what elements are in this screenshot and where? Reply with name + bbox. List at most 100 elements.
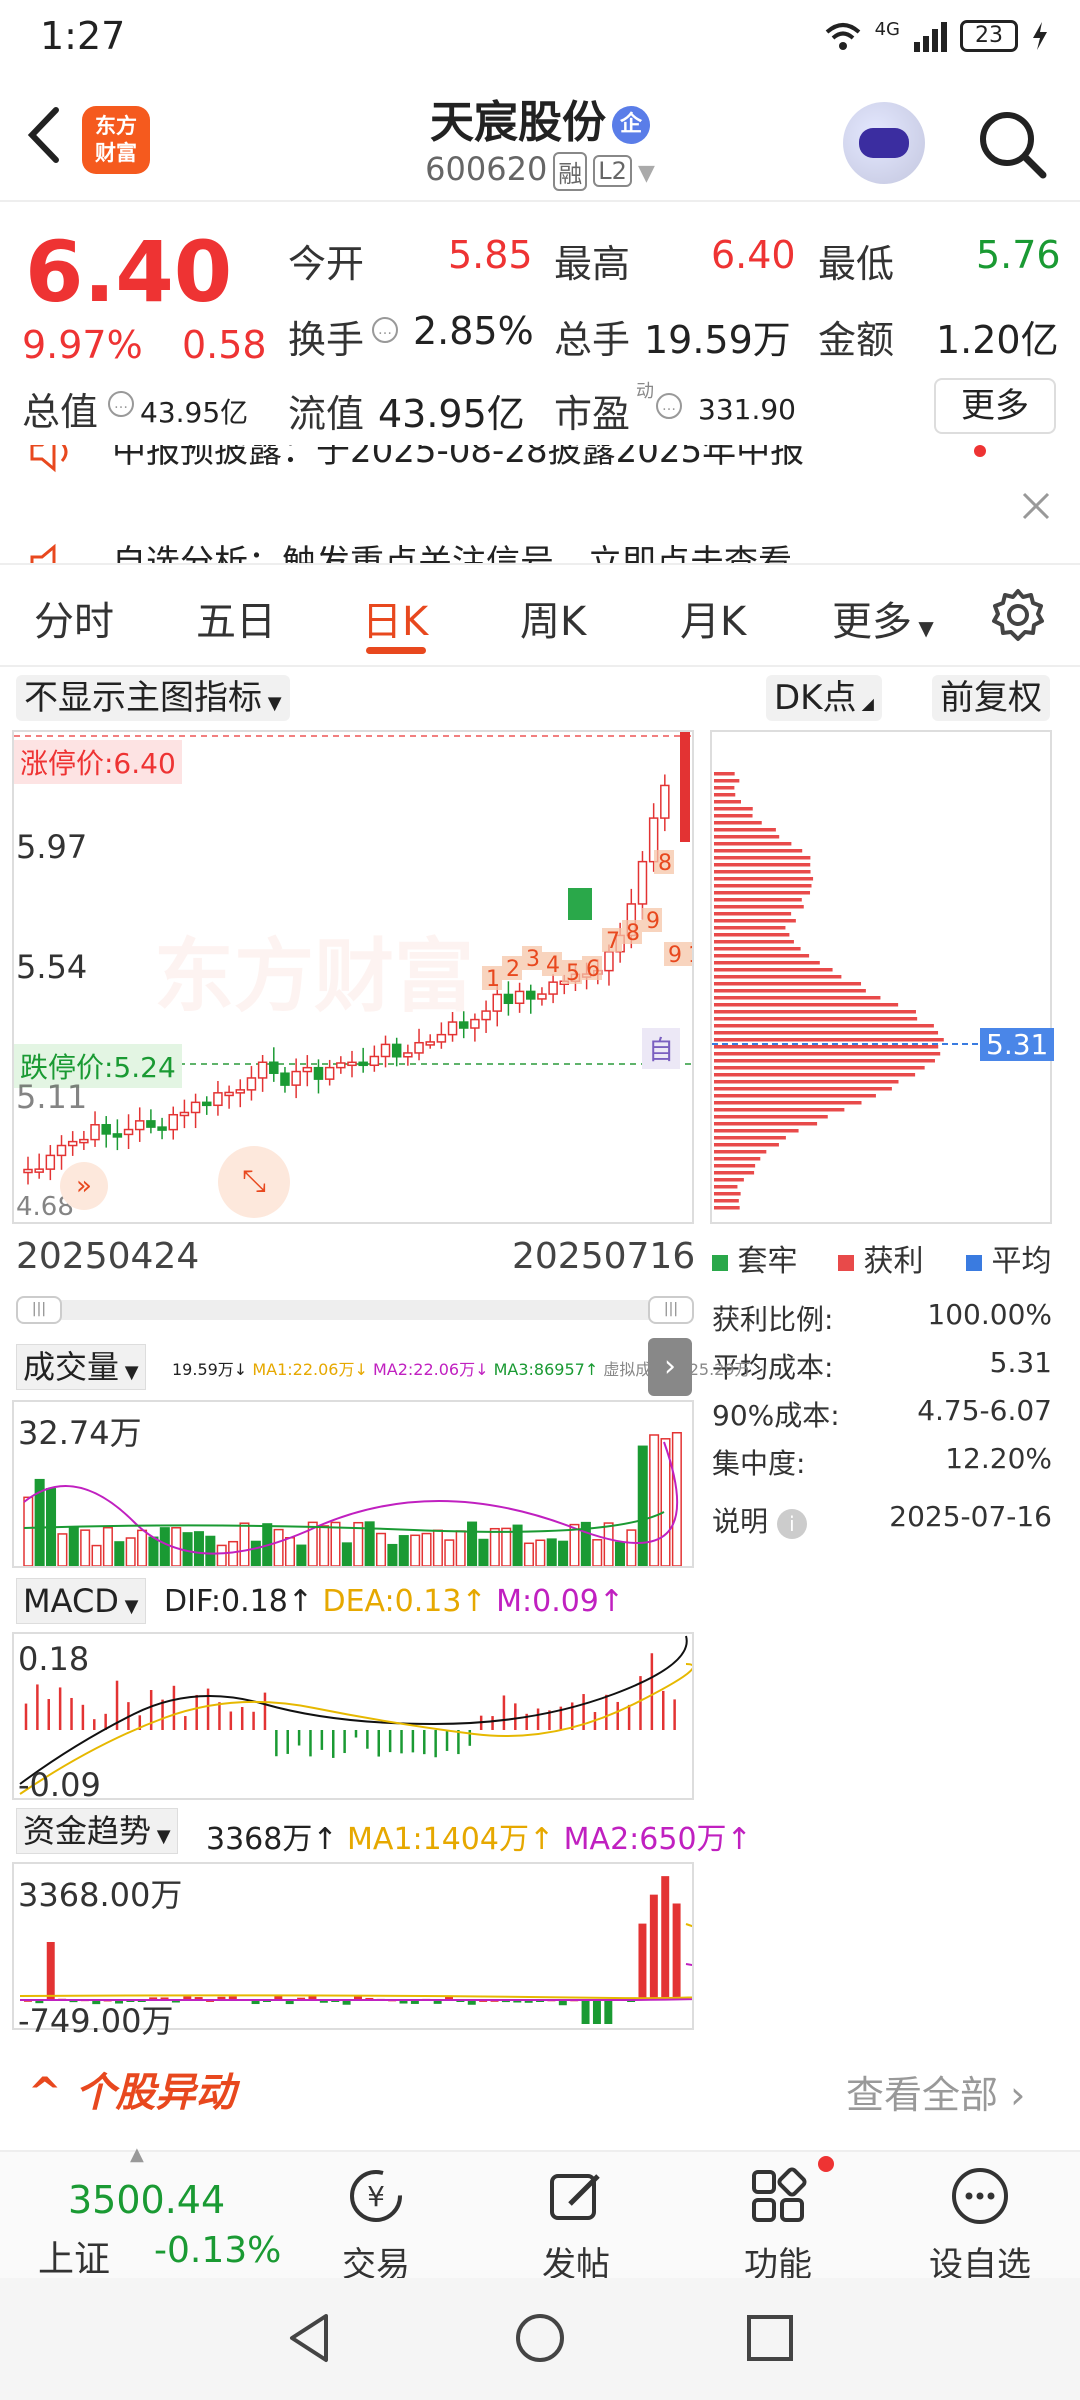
range-handle-right[interactable]: |||	[648, 1296, 694, 1324]
tab-monthly-k[interactable]: 月K	[680, 589, 746, 647]
dk-marker-label: 8	[626, 921, 640, 946]
candle-body	[637, 860, 648, 905]
info-icon[interactable]: …	[656, 393, 682, 419]
tab-daily-k[interactable]: 日K	[362, 589, 428, 647]
view-all-link[interactable]: 查看全部 ›	[846, 2064, 1025, 2119]
caret-down-icon: ▼	[118, 1596, 139, 1617]
candle-body	[514, 990, 525, 1005]
chip-bar	[714, 821, 762, 825]
info-icon[interactable]: …	[108, 391, 134, 417]
nav-trade[interactable]: ¥ 交易	[306, 2164, 446, 2286]
nav-functions[interactable]: 功能	[708, 2156, 848, 2286]
float-value: 43.95亿	[378, 392, 525, 436]
candle-body	[391, 1043, 402, 1058]
home-circle-icon[interactable]	[510, 2308, 570, 2368]
fund-bar	[46, 1942, 55, 2000]
fund-bar	[638, 1923, 647, 2000]
tab-intraday[interactable]: 分时	[34, 589, 114, 647]
volume-bar	[455, 1530, 466, 1566]
search-icon[interactable]	[975, 107, 1050, 182]
chip-bar	[714, 1080, 899, 1084]
info-icon[interactable]: …	[372, 317, 398, 343]
candle-body	[112, 1133, 123, 1138]
candle-body	[90, 1124, 100, 1141]
tab-weekly-k[interactable]: 周K	[520, 589, 586, 647]
apps-grid-icon	[752, 2167, 807, 2222]
watermark: 东方财富	[154, 930, 474, 1023]
volume-bar	[125, 1537, 136, 1566]
close-icon[interactable]	[1020, 490, 1052, 522]
assistant-avatar[interactable]	[843, 102, 925, 184]
chip-bar	[714, 1185, 738, 1189]
volume-chart[interactable]: 32.74万	[12, 1400, 694, 1568]
trade-icon: ¥	[350, 2170, 402, 2222]
fund-ma2: MA2:650万↑	[563, 1822, 752, 1857]
expand-chart-icon[interactable]: ⤡	[218, 1146, 290, 1218]
macd-chart[interactable]: 0.18 -0.09	[12, 1632, 694, 1804]
chip-bar	[714, 996, 881, 1000]
signal-icon	[914, 22, 947, 52]
settings-gear-icon[interactable]	[990, 587, 1046, 643]
recents-square-icon[interactable]	[740, 2308, 800, 2368]
info-circle-icon: i	[776, 1509, 807, 1539]
fund-selector[interactable]: 资金趋势 ▼	[16, 1808, 178, 1854]
macd-canvas	[19, 1635, 692, 1795]
main-indicator-select[interactable]: 不显示主图指标 ▼	[16, 675, 290, 721]
candle-body	[548, 981, 558, 995]
tab-more[interactable]: 更多 ▼	[832, 589, 934, 647]
dk-marker-label: 9	[646, 909, 660, 934]
speaker-icon	[26, 445, 76, 477]
fund-current: 3368万↑	[206, 1822, 338, 1857]
candle-body	[157, 1126, 167, 1131]
chip-bar	[714, 1073, 916, 1077]
nav-add-watchlist[interactable]: 设自选	[910, 2164, 1050, 2286]
level2-tag: L2	[593, 155, 632, 187]
fund-chart[interactable]: 3368.00万 -749.00万	[12, 1862, 694, 2040]
chip-bar	[714, 1129, 799, 1133]
macd-m: M:0.09↑	[496, 1584, 625, 1619]
chip-bar	[714, 1164, 756, 1168]
network-type: 4G	[874, 18, 900, 40]
volume-bar	[603, 1522, 614, 1566]
nine-signal	[568, 888, 592, 920]
price-adjust-select[interactable]: 前复权	[932, 675, 1050, 721]
more-quote-button[interactable]: 更多	[934, 378, 1056, 434]
notice-item[interactable]: 自选分析：触发重点关注信号，立即点击查看	[112, 535, 792, 563]
chip-bar	[714, 898, 802, 902]
stock-alert-header[interactable]: ^ 个股异动	[28, 2060, 235, 2118]
candle-body	[481, 1010, 491, 1021]
volume-label: 总手	[554, 318, 631, 362]
legend-average: 平均	[966, 1236, 1052, 1280]
notice-item[interactable]: 中报预披露：于2025-08-28披露2025年中报	[112, 445, 804, 472]
fund-ma1-line	[19, 1923, 692, 2000]
tab-five-day[interactable]: 五日	[196, 589, 276, 647]
chip-distribution[interactable]: 5.31	[710, 730, 1055, 1224]
dk-point-toggle[interactable]: DK点 ◢	[766, 675, 882, 721]
chip-bar	[714, 1031, 939, 1035]
chip-bar	[714, 1066, 925, 1070]
volume-bar	[57, 1533, 68, 1566]
macd-selector-label: MACD	[23, 1582, 119, 1620]
pe-label: 市盈	[554, 392, 631, 436]
kline-chart[interactable]: 123456789891 涨停价:6.40 5.97 5.54 跌停价:5.24…	[12, 730, 694, 1224]
macd-selector[interactable]: MACD ▼	[16, 1578, 146, 1624]
edit-icon	[550, 2174, 600, 2220]
candle-body	[202, 1101, 212, 1107]
expand-right-icon[interactable]: ›	[648, 1338, 692, 1396]
volume-bar	[546, 1538, 557, 1566]
range-handle-left[interactable]: |||	[16, 1296, 62, 1324]
index-value[interactable]: 3500.44	[68, 2178, 225, 2222]
candle-body	[190, 1101, 201, 1114]
explain-link[interactable]: 说明 i	[712, 1500, 807, 1540]
notice-area: 中报预披露：于2025-08-28披露2025年中报 自选分析：触发重点关注信号…	[0, 445, 1080, 565]
scroll-left-icon[interactable]: »	[60, 1162, 108, 1210]
range-scrollbar[interactable]: ||| |||	[16, 1296, 694, 1324]
chip-bar	[714, 1206, 740, 1210]
chip-bar	[714, 793, 736, 797]
nav-post[interactable]: 发帖	[506, 2164, 646, 2286]
volume-selector[interactable]: 成交量 ▼	[16, 1344, 146, 1390]
chip-bar	[714, 1059, 935, 1063]
volume-bar	[250, 1540, 261, 1566]
back-triangle-icon[interactable]	[280, 2308, 340, 2368]
enterprise-badge: 企	[612, 106, 650, 144]
